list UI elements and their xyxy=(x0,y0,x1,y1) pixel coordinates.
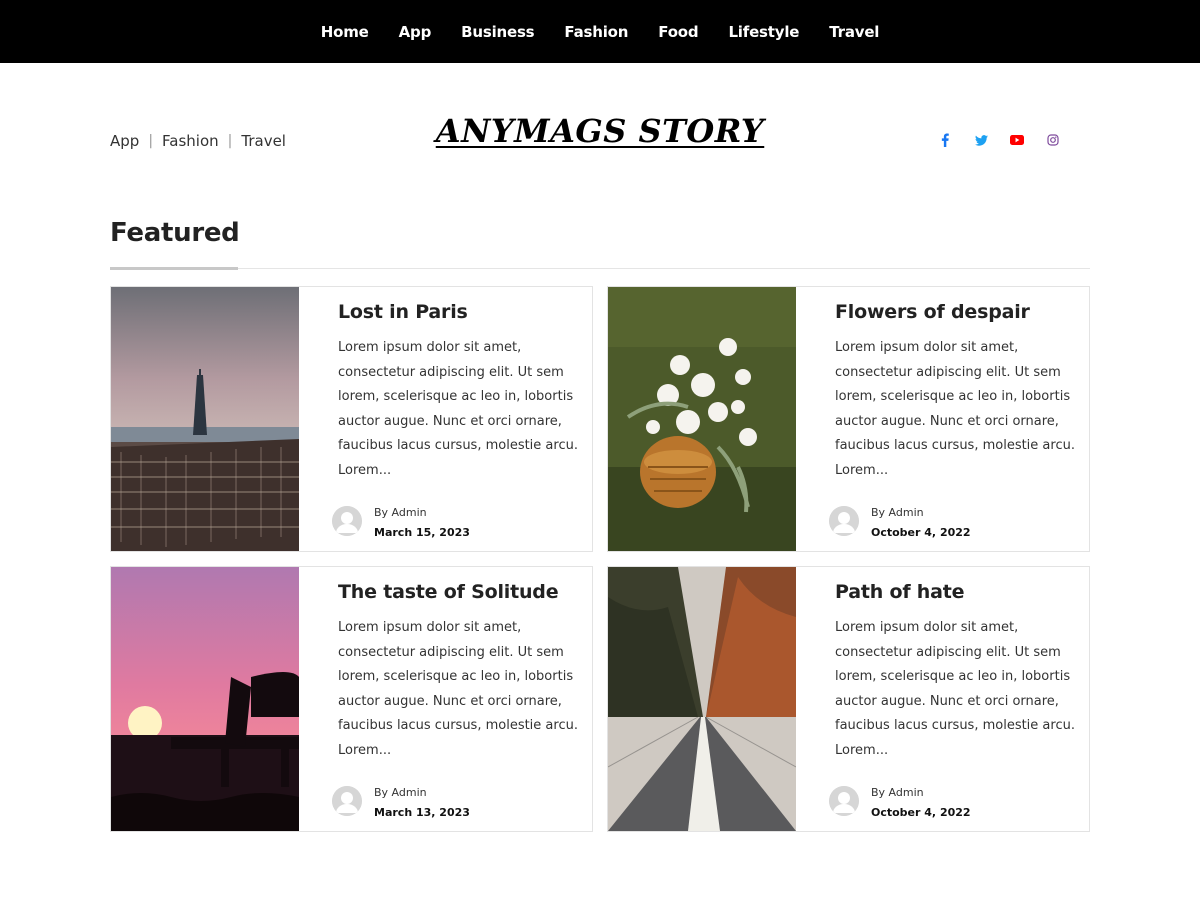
post-excerpt: Lorem ipsum dolor sit amet, consectetur … xyxy=(835,620,1075,758)
category-link-travel[interactable]: Travel xyxy=(241,132,286,150)
post-date: October 4, 2022 xyxy=(871,806,971,819)
post-title[interactable]: Flowers of despair xyxy=(835,301,1085,323)
avatar xyxy=(332,786,362,816)
nav-link-app[interactable]: App xyxy=(384,23,446,41)
post-card: Flowers of despair Lorem ipsum dolor sit… xyxy=(607,286,1090,552)
post-image-paris[interactable] xyxy=(111,287,299,551)
avatar xyxy=(332,506,362,536)
post-image-flowers[interactable] xyxy=(608,287,796,551)
separator: | xyxy=(148,133,154,149)
instagram-icon[interactable] xyxy=(1044,131,1062,149)
post-excerpt: Lorem ipsum dolor sit amet, consectetur … xyxy=(338,340,578,478)
nav-link-business[interactable]: Business xyxy=(446,23,549,41)
separator: | xyxy=(227,133,233,149)
nav-link-fashion[interactable]: Fashion xyxy=(549,23,643,41)
divider-accent xyxy=(110,267,238,270)
post-author[interactable]: By Admin xyxy=(871,786,924,799)
post-image-sunset[interactable] xyxy=(111,567,299,831)
post-card: Lost in Paris Lorem ipsum dolor sit amet… xyxy=(110,286,593,552)
post-date: March 13, 2023 xyxy=(374,806,470,819)
nav-link-home[interactable]: Home xyxy=(306,23,384,41)
site-logo[interactable]: ANYMAGS STORY xyxy=(420,112,780,162)
post-meta: By Admin March 13, 2023 xyxy=(332,786,582,822)
post-title[interactable]: Lost in Paris xyxy=(338,301,588,323)
post-body: The taste of Solitude Lorem ipsum dolor … xyxy=(338,581,588,763)
nav-link-travel[interactable]: Travel xyxy=(814,23,894,41)
post-card: The taste of Solitude Lorem ipsum dolor … xyxy=(110,566,593,832)
post-image-road[interactable] xyxy=(608,567,797,831)
youtube-icon[interactable] xyxy=(1008,131,1026,149)
twitter-icon[interactable] xyxy=(972,131,990,149)
category-links: App | Fashion | Travel xyxy=(110,131,286,151)
category-link-fashion[interactable]: Fashion xyxy=(162,132,219,150)
post-author[interactable]: By Admin xyxy=(374,786,427,799)
post-card: Path of hate Lorem ipsum dolor sit amet,… xyxy=(607,566,1090,832)
section-title: Featured xyxy=(110,218,240,248)
post-title[interactable]: The taste of Solitude xyxy=(338,581,588,603)
post-title[interactable]: Path of hate xyxy=(835,581,1085,603)
post-body: Path of hate Lorem ipsum dolor sit amet,… xyxy=(835,581,1085,763)
nav-link-food[interactable]: Food xyxy=(643,23,713,41)
post-meta: By Admin October 4, 2022 xyxy=(829,506,1079,542)
post-meta: By Admin March 15, 2023 xyxy=(332,506,582,542)
post-author[interactable]: By Admin xyxy=(374,506,427,519)
avatar xyxy=(829,506,859,536)
post-excerpt: Lorem ipsum dolor sit amet, consectetur … xyxy=(338,620,578,758)
nav-link-lifestyle[interactable]: Lifestyle xyxy=(713,23,814,41)
post-date: March 15, 2023 xyxy=(374,526,470,539)
facebook-icon[interactable] xyxy=(936,131,954,149)
post-excerpt: Lorem ipsum dolor sit amet, consectetur … xyxy=(835,340,1075,478)
top-navigation: Home App Business Fashion Food Lifestyle… xyxy=(0,0,1200,63)
post-meta: By Admin October 4, 2022 xyxy=(829,786,1079,822)
post-author[interactable]: By Admin xyxy=(871,506,924,519)
social-links xyxy=(936,131,1062,149)
category-link-app[interactable]: App xyxy=(110,132,139,150)
divider xyxy=(110,268,1090,269)
post-date: October 4, 2022 xyxy=(871,526,971,539)
post-body: Flowers of despair Lorem ipsum dolor sit… xyxy=(835,301,1085,483)
post-body: Lost in Paris Lorem ipsum dolor sit amet… xyxy=(338,301,588,483)
avatar xyxy=(829,786,859,816)
